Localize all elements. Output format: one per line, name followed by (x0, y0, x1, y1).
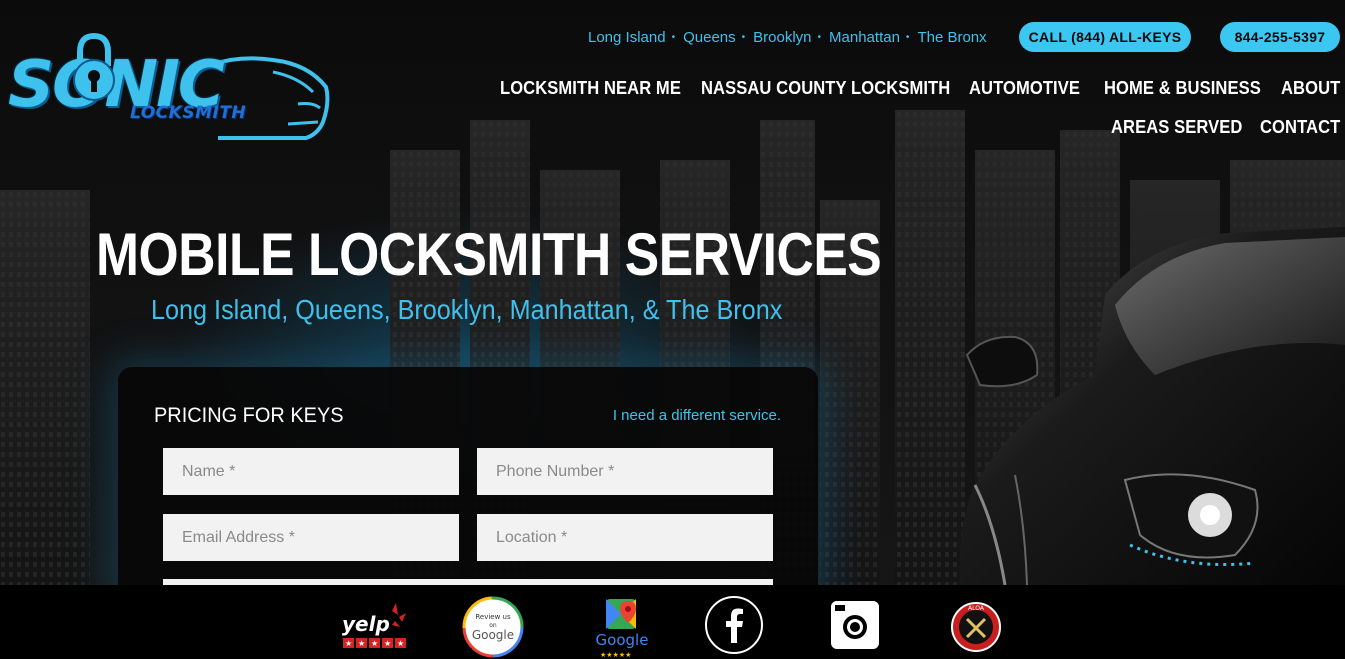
pricing-form-panel: PRICING FOR KEYS I need a different serv… (118, 367, 818, 585)
phone-number-field[interactable] (477, 448, 773, 495)
nav-home-business[interactable]: HOME & BUSINESS (1104, 78, 1261, 99)
svg-text:★★★★★: ★★★★★ (600, 651, 631, 659)
separator-dot: • (905, 31, 910, 43)
separator-dot: • (741, 31, 746, 43)
different-service-link[interactable]: I need a different service. (613, 407, 781, 424)
phone-number-button[interactable]: 844-255-5397 (1220, 22, 1340, 52)
separator-dot: • (817, 31, 822, 43)
logo-sub-text: LOCKSMITH (130, 103, 247, 123)
facebook-icon[interactable] (704, 595, 764, 655)
area-link-queens[interactable]: Queens (683, 29, 736, 46)
area-link-manhattan[interactable]: Manhattan (829, 29, 900, 46)
area-link-long-island[interactable]: Long Island (588, 29, 666, 46)
google-review-icon[interactable]: Review us on Google (461, 595, 525, 658)
instagram-icon[interactable] (829, 595, 881, 655)
separator-dot: • (671, 31, 676, 43)
svg-text:★: ★ (397, 639, 404, 648)
area-link-the-bronx[interactable]: The Bronx (917, 29, 986, 46)
svg-text:★: ★ (345, 639, 352, 648)
svg-text:★: ★ (384, 639, 391, 648)
page-headline: MOBILE LOCKSMITH SERVICES (96, 221, 882, 288)
nav-automotive[interactable]: AUTOMOTIVE (969, 78, 1080, 99)
email-address-field[interactable] (163, 514, 459, 561)
black-car-image (959, 227, 1345, 585)
sonic-locksmith-logo[interactable]: SONIC LOCKSMITH (8, 28, 330, 143)
svg-text:Google: Google (596, 631, 649, 649)
svg-text:★: ★ (371, 639, 378, 648)
name-field[interactable] (163, 448, 459, 495)
call-all-keys-button[interactable]: CALL (844) ALL-KEYS (1019, 22, 1191, 52)
svg-text:ALOA: ALOA (968, 605, 985, 612)
nav-nassau-county-locksmith[interactable]: NASSAU COUNTY LOCKSMITH (701, 78, 950, 99)
location-field[interactable] (477, 514, 773, 561)
form-title: PRICING FOR KEYS (154, 404, 344, 427)
footer-badges-bar: yelp ★ ★ ★ ★ ★ Review us on Google Googl… (0, 585, 1345, 659)
padlock-icon (73, 32, 115, 101)
nav-locksmith-near-me[interactable]: LOCKSMITH NEAR ME (500, 78, 681, 99)
service-areas-bar: Long Island • Queens • Brooklyn • Manhat… (588, 26, 987, 48)
nav-contact[interactable]: CONTACT (1260, 117, 1340, 138)
svg-text:★: ★ (358, 639, 365, 648)
svg-text:Google: Google (472, 628, 514, 642)
aloa-seal-icon[interactable]: ALOA (950, 595, 1002, 655)
area-link-brooklyn[interactable]: Brooklyn (753, 29, 811, 46)
nav-areas-served[interactable]: AREAS SERVED (1111, 117, 1242, 138)
google-maps-icon[interactable]: Google ★★★★★ (592, 595, 652, 659)
yelp-wordmark: yelp (342, 612, 390, 636)
nav-about[interactable]: ABOUT (1281, 78, 1340, 99)
hero-section: SONIC LOCKSMITH Long Island • Queens • B… (0, 0, 1345, 585)
svg-text:Review us: Review us (475, 613, 511, 621)
yelp-icon[interactable]: yelp ★ ★ ★ ★ ★ (340, 595, 410, 655)
service-areas-subheading: Long Island, Queens, Brooklyn, Manhattan… (151, 294, 783, 325)
